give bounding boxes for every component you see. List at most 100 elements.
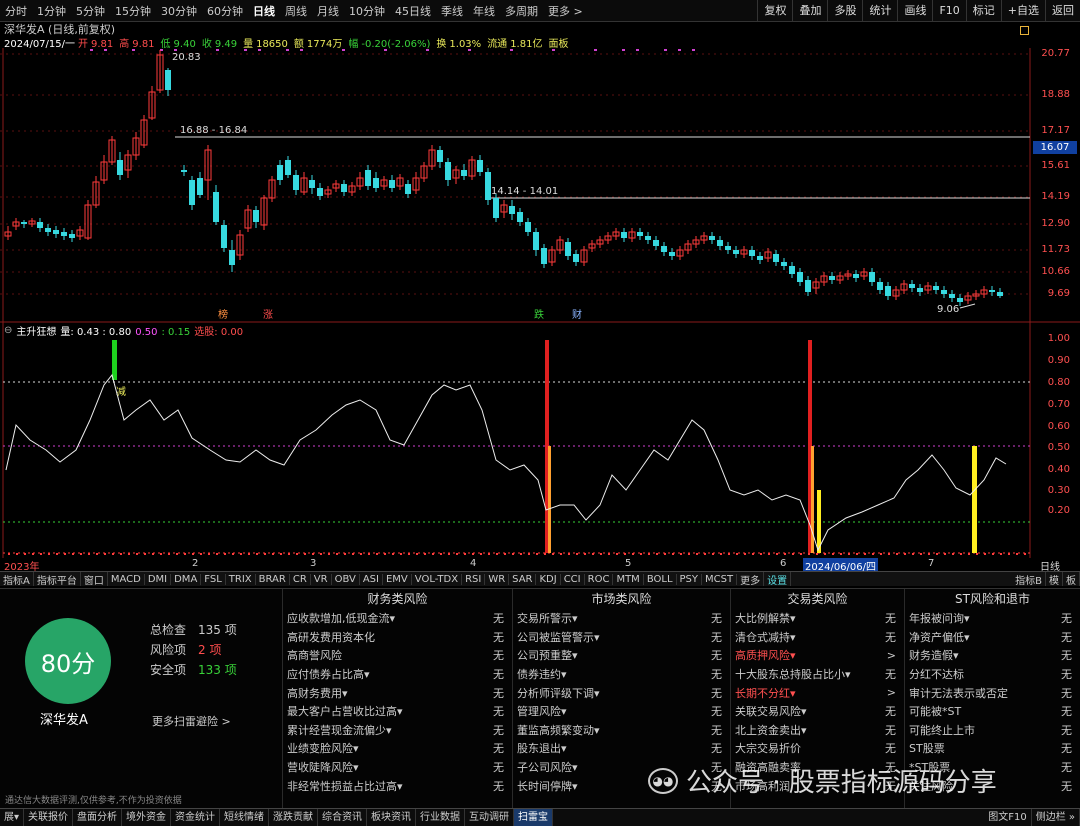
status-tab-9[interactable]: 行业数据: [416, 809, 466, 826]
risk-item[interactable]: 关联交易风险▾ 无: [731, 702, 904, 721]
more-scan-link[interactable]: 更多扫雷避险 >: [152, 713, 231, 729]
status-right-1[interactable]: 侧边栏 »: [1032, 809, 1080, 826]
panel-button[interactable]: 面板: [548, 35, 568, 50]
status-tab-6[interactable]: 涨跌贡献: [269, 809, 319, 826]
indicator-tab-18[interactable]: KDJ: [536, 573, 561, 585]
risk-item[interactable]: 董监高频繁变动▾ 无: [513, 721, 730, 740]
indicator-tab-right-0[interactable]: 指标B: [1012, 572, 1046, 586]
risk-item[interactable]: 最大客户占营收比过高▾ 无: [283, 702, 512, 721]
risk-item[interactable]: 年报被问询▾ 无: [905, 609, 1080, 628]
tool-button-3[interactable]: 统计: [862, 0, 897, 21]
period-tab-5[interactable]: 60分钟: [202, 5, 248, 18]
indicator-collapse-icon[interactable]: ⊖: [4, 325, 12, 336]
risk-item[interactable]: 高质押风险▾ >: [731, 646, 904, 665]
indicator-tab-17[interactable]: SAR: [509, 573, 537, 585]
risk-item[interactable]: ST股票 无: [905, 739, 1080, 758]
status-right-0[interactable]: 图文F10: [984, 809, 1032, 826]
indicator-tab-21[interactable]: MTM: [613, 573, 644, 585]
period-tab-13[interactable]: 多周期: [500, 5, 543, 18]
risk-item[interactable]: 高研发费用资本化 无: [283, 628, 512, 647]
risk-item[interactable]: 十大股东总持股占比小▾ 无: [731, 665, 904, 684]
status-tab-2[interactable]: 盘面分析: [73, 809, 123, 826]
indicator-tab-9[interactable]: CR: [290, 573, 311, 585]
indicator-tab-13[interactable]: EMV: [383, 573, 412, 585]
status-tab-10[interactable]: 互动调研: [465, 809, 515, 826]
indicator-tab-15[interactable]: RSI: [462, 573, 486, 585]
tool-button-0[interactable]: 复权: [757, 0, 792, 21]
tool-button-7[interactable]: +自选: [1000, 0, 1045, 21]
risk-item[interactable]: 交易所警示▾ 无: [513, 609, 730, 628]
period-tab-8[interactable]: 月线: [312, 5, 344, 18]
indicator-tab-20[interactable]: ROC: [585, 573, 614, 585]
tool-button-5[interactable]: F10: [932, 0, 965, 21]
risk-item[interactable]: 大宗交易折价 无: [731, 739, 904, 758]
risk-item[interactable]: 高财务费用▾ 无: [283, 683, 512, 702]
tool-button-6[interactable]: 标记: [965, 0, 1001, 21]
status-tab-7[interactable]: 综合资讯: [318, 809, 368, 826]
indicator-tab-5[interactable]: DMA: [171, 573, 202, 585]
period-tab-3[interactable]: 15分钟: [110, 5, 156, 18]
tool-button-1[interactable]: 叠加: [792, 0, 827, 21]
period-tab-1[interactable]: 1分钟: [32, 5, 71, 18]
period-tab-2[interactable]: 5分钟: [71, 5, 110, 18]
period-tab-10[interactable]: 45日线: [390, 5, 436, 18]
risk-item[interactable]: 分析师评级下调▾ 无: [513, 683, 730, 702]
indicator-tab-4[interactable]: DMI: [145, 573, 172, 585]
status-tab-3[interactable]: 境外资金: [122, 809, 172, 826]
indicator-tab-1[interactable]: 指标平台: [34, 572, 81, 586]
corner-lock-icon[interactable]: [1020, 26, 1029, 35]
period-tab-4[interactable]: 30分钟: [156, 5, 202, 18]
risk-item[interactable]: 债券违约▾ 无: [513, 665, 730, 684]
indicator-tab-8[interactable]: BRAR: [256, 573, 290, 585]
risk-item[interactable]: 股东退出▾ 无: [513, 739, 730, 758]
period-tab-7[interactable]: 周线: [280, 5, 312, 18]
indicator-tab-19[interactable]: CCI: [561, 573, 585, 585]
indicator-tab-16[interactable]: WR: [485, 573, 510, 585]
status-tab-4[interactable]: 资金统计: [171, 809, 221, 826]
risk-item[interactable]: 管理风险▾ 无: [513, 702, 730, 721]
risk-item[interactable]: 应收款增加,低现金流▾ 无: [283, 609, 512, 628]
risk-item[interactable]: 应付债券占比高▾ 无: [283, 665, 512, 684]
indicator-tab-right-2[interactable]: 板: [1063, 572, 1080, 586]
period-tab-12[interactable]: 年线: [468, 5, 500, 18]
risk-item[interactable]: 营收陡降风险▾ 无: [283, 758, 512, 777]
indicator-tab-10[interactable]: VR: [311, 573, 332, 585]
risk-item[interactable]: 公司被监管警示▾ 无: [513, 628, 730, 647]
risk-item[interactable]: 业绩变脸风险▾ 无: [283, 739, 512, 758]
period-tab-11[interactable]: 季线: [436, 5, 468, 18]
risk-item[interactable]: 财务造假▾ 无: [905, 646, 1080, 665]
indicator-tab-2[interactable]: 窗口: [81, 572, 108, 586]
risk-item[interactable]: 长期不分红▾ >: [731, 683, 904, 702]
indicator-tab-3[interactable]: MACD: [108, 573, 145, 585]
indicator-tab-6[interactable]: FSL: [201, 573, 226, 585]
indicator-tab-23[interactable]: PSY: [677, 573, 703, 585]
risk-item[interactable]: 可能被*ST 无: [905, 702, 1080, 721]
indicator-tab-0[interactable]: 指标A: [0, 572, 34, 586]
risk-item[interactable]: 大比例解禁▾ 无: [731, 609, 904, 628]
risk-item[interactable]: 非经常性损益占比过高▾ 无: [283, 776, 512, 795]
indicator-name[interactable]: 主升狂想: [16, 323, 56, 338]
period-tab-0[interactable]: 分时: [0, 5, 32, 18]
status-tab-11[interactable]: 扫雷宝: [514, 809, 554, 826]
status-tab-0[interactable]: 展▾: [0, 809, 25, 826]
status-tab-8[interactable]: 板块资讯: [367, 809, 417, 826]
risk-item[interactable]: 审计无法表示或否定 无: [905, 683, 1080, 702]
tool-button-8[interactable]: 返回: [1045, 0, 1080, 21]
risk-item[interactable]: 可能终止上市 无: [905, 721, 1080, 740]
risk-item[interactable]: 公司预重整▾ 无: [513, 646, 730, 665]
indicator-tab-right-1[interactable]: 模: [1046, 572, 1063, 586]
risk-item[interactable]: 北上资金卖出▾ 无: [731, 721, 904, 740]
tool-button-4[interactable]: 画线: [897, 0, 932, 21]
indicator-tab-25[interactable]: 更多: [737, 572, 765, 586]
status-tab-5[interactable]: 短线情绪: [220, 809, 270, 826]
kline-chart[interactable]: 20.8316.88 - 16.8414.14 - 14.019.06榜涨跌财减: [0, 48, 1080, 558]
period-tab-9[interactable]: 10分钟: [344, 5, 390, 18]
period-tab-6[interactable]: 日线: [248, 5, 280, 18]
indicator-tab-7[interactable]: TRIX: [226, 573, 256, 585]
status-tab-1[interactable]: 关联报价: [24, 809, 74, 826]
indicator-tab-22[interactable]: BOLL: [644, 573, 677, 585]
indicator-tab-14[interactable]: VOL-TDX: [412, 573, 463, 585]
period-tab-14[interactable]: 更多 >: [543, 5, 588, 18]
tool-button-2[interactable]: 多股: [827, 0, 862, 21]
risk-item[interactable]: 分红不达标 无: [905, 665, 1080, 684]
